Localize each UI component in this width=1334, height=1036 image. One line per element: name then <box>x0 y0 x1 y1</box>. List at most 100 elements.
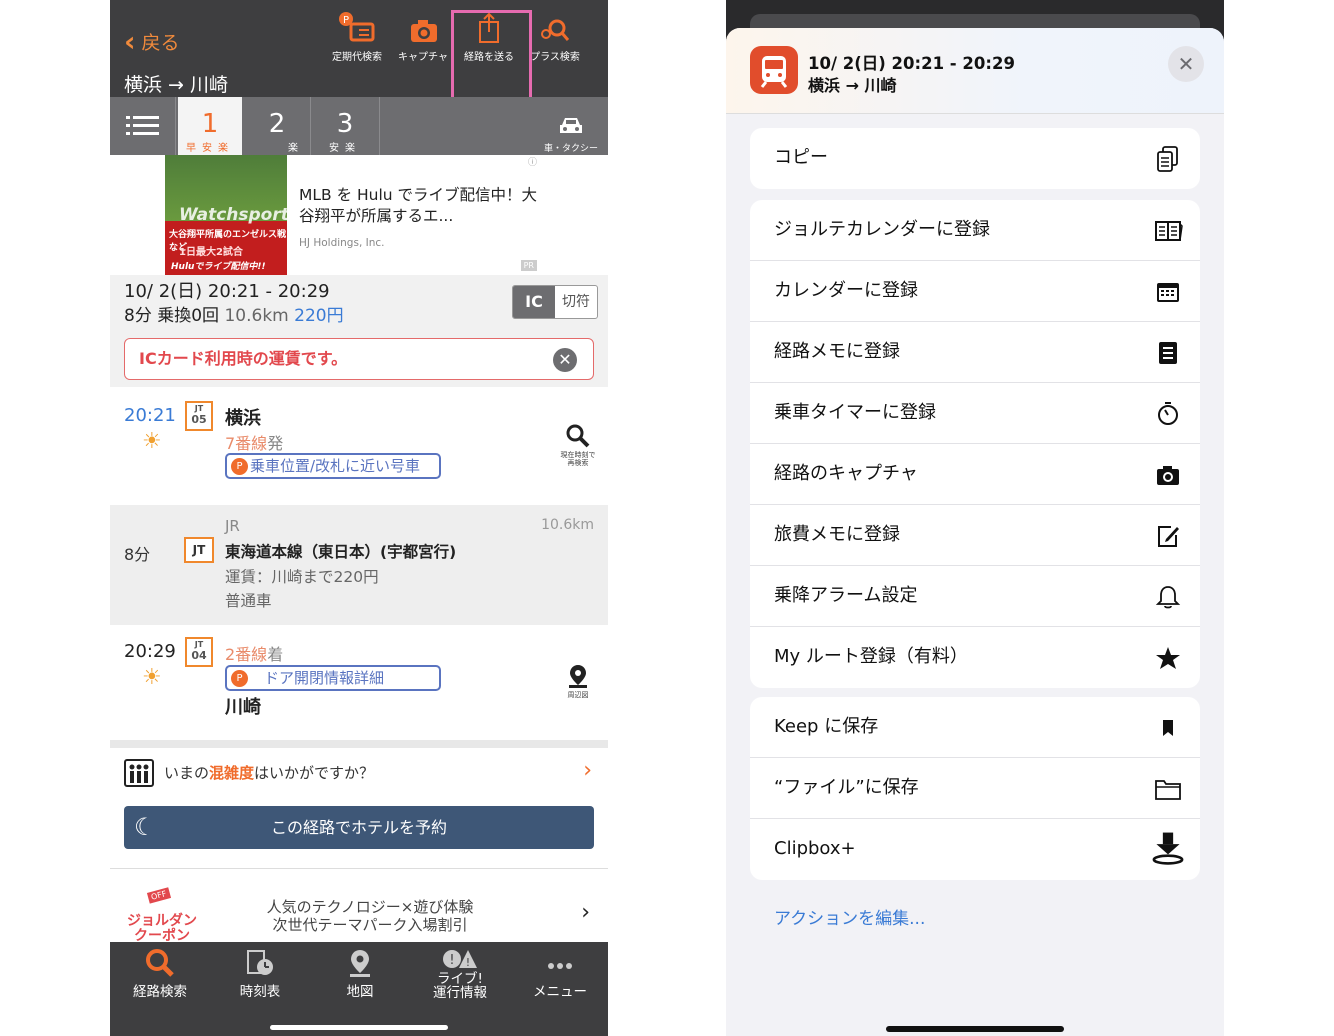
close-button[interactable]: ✕ <box>1168 46 1204 82</box>
ad-headline: MLB を Hulu でライブ配信中！大谷翔平が所属するエ... <box>299 186 538 225</box>
action-my-route[interactable]: My ルート登録（有料） <box>750 627 1200 688</box>
copy-icon <box>1157 146 1178 172</box>
share-sheet: 10/ 2(日) 20:21 - 20:29 横浜 → 川崎 ✕ コピー ジョル… <box>726 28 1224 1036</box>
bookmark-icon <box>1163 720 1173 736</box>
action-calendar[interactable]: カレンダーに登録 <box>750 261 1200 322</box>
fare-type-toggle[interactable]: IC 切符 <box>512 285 598 319</box>
app-icon <box>750 46 798 94</box>
back-button[interactable]: ‹ 戻る <box>124 24 180 58</box>
arrive-time: 20:29 <box>124 641 176 662</box>
coupon-text: 人気のテクノロジー×遊び体験 次世代テーマパーク入場割引 <box>266 898 474 934</box>
depart-time: 20:21 <box>124 405 176 426</box>
crowd-survey-row[interactable]: いまの混雑度はいかがですか？ › <box>110 748 608 798</box>
ic-fare-notice: ICカード利用時の運賃です。 ✕ <box>124 338 594 380</box>
boarding-position-button[interactable]: P 乗車位置/改札に近い号車 <box>225 453 441 479</box>
edit-actions-link[interactable]: アクションを編集... <box>774 904 925 929</box>
route-search-icon <box>146 949 174 977</box>
action-files[interactable]: “ファイル”に保存 <box>750 758 1200 819</box>
map-pin-icon <box>569 665 587 688</box>
route-summary: 10/ 2(日) 20:21 - 20:29 8分 乗換0回 10.6km 22… <box>110 275 608 387</box>
chevron-left-icon: ‹ <box>124 24 136 58</box>
leg-duration: 8分 <box>124 545 151 564</box>
premium-icon: P <box>231 670 248 687</box>
ad-info-icon[interactable]: ⓘ <box>528 155 537 168</box>
action-route-memo[interactable]: 経路メモに登録 <box>750 322 1200 383</box>
leg-company: JR <box>225 517 240 535</box>
ic-option[interactable]: IC <box>513 286 555 318</box>
tab-route-1[interactable]: 1 早安楽 <box>178 97 242 155</box>
action-ride-timer[interactable]: 乗車タイマーに登録 <box>750 383 1200 444</box>
nav-timetable[interactable]: 時刻表 <box>210 948 310 1000</box>
svg-text:P: P <box>343 15 349 26</box>
calendar-icon <box>1157 283 1179 302</box>
download-icon <box>1152 832 1184 865</box>
share-sheet-header: 10/ 2(日) 20:21 - 20:29 横浜 → 川崎 ✕ <box>726 28 1224 114</box>
tab-route-2[interactable]: 2 楽 <box>244 97 311 155</box>
tab-car-taxi[interactable]: 車・タクシー <box>534 97 608 155</box>
action-group-save: Keep に保存 “ファイル”に保存 Clipbox+ <box>750 697 1200 880</box>
action-travel-expense-memo[interactable]: 旅費メモに登録 <box>750 505 1200 566</box>
action-alighting-alarm[interactable]: 乗降アラーム設定 <box>750 566 1200 627</box>
nav-route-search[interactable]: 経路検索 <box>110 948 210 1000</box>
door-info-button[interactable]: P ドア開閉情報詳細 <box>225 665 441 691</box>
star-icon <box>1156 647 1180 669</box>
hotel-booking-button[interactable]: ☾ この経路でホテルを予約 <box>124 806 594 849</box>
nearby-map-button[interactable]: 周辺図 <box>558 663 598 699</box>
depart-station[interactable]: 横浜 <box>225 404 261 430</box>
train-leg-segment[interactable]: 8分 JT JR 10.6km 東海道本線（東日本）(宇都宮行) 運賃：川崎まで… <box>110 505 608 625</box>
action-group-copy: コピー <box>750 128 1200 189</box>
action-keep[interactable]: Keep に保存 <box>750 697 1200 758</box>
bell-icon <box>1155 586 1181 609</box>
chevron-right-icon: › <box>583 758 592 783</box>
sun-icon: ☀ <box>142 429 162 454</box>
bottom-nav: 経路検索 時刻表 地図 ! ! ライブ! 運行情報 メニュー <box>110 942 608 1036</box>
list-view-tab[interactable] <box>110 97 176 155</box>
ad-banner[interactable]: Watchsports!! 大谷翔平所属のエンゼルス戦など 1日最大2試合 Hu… <box>165 155 551 275</box>
share-subtitle: 横浜 → 川崎 <box>808 76 897 95</box>
camera-icon <box>1157 466 1179 485</box>
crowd-question: いまの混雑度はいかがですか？ <box>164 764 375 782</box>
list-icon <box>125 116 159 135</box>
action-copy[interactable]: コピー <box>750 128 1200 189</box>
nav-live-info[interactable]: ! ! ライブ! 運行情報 <box>410 948 510 1000</box>
divider <box>110 868 608 869</box>
timer-icon <box>1158 402 1178 425</box>
station-number-badge: JT 05 <box>185 401 213 431</box>
svg-text:!: ! <box>449 953 454 968</box>
jorte-calendar-icon <box>1155 221 1183 241</box>
train-icon <box>760 56 788 88</box>
coupon-off-badge: OFF <box>146 887 171 904</box>
top-toolbar: ‹ 戻る P 定期代検索 キャプチャ 経路を送る プラス検索 横浜 → 川崎 <box>110 0 608 97</box>
research-button[interactable]: 現在時刻で再検索 <box>558 423 598 467</box>
home-indicator <box>886 1026 1064 1032</box>
sun-icon: ☀ <box>142 665 162 690</box>
live-info-icon: ! ! <box>443 950 477 969</box>
route-result-screen: ‹ 戻る P 定期代検索 キャプチャ 経路を送る プラス検索 横浜 → 川崎 1… <box>110 0 608 1036</box>
back-label: 戻る <box>141 32 180 54</box>
action-jorte-calendar[interactable]: ジョルテカレンダーに登録 <box>750 200 1200 261</box>
action-route-capture[interactable]: 経路のキャプチャ <box>750 444 1200 505</box>
memo-icon <box>1159 342 1177 364</box>
arrive-station[interactable]: 川崎 <box>225 693 261 719</box>
leg-distance: 10.6km <box>541 517 594 533</box>
station-number-badge: JT 04 <box>185 637 213 667</box>
ad-image: Watchsports!! 大谷翔平所属のエンゼルス戦など 1日最大2試合 Hu… <box>165 155 314 275</box>
close-icon[interactable]: ✕ <box>553 348 577 372</box>
route-datetime: 10/ 2(日) 20:21 - 20:29 <box>124 281 330 302</box>
commuter-pass-icon: P <box>339 12 375 42</box>
nav-map[interactable]: 地図 <box>310 948 410 1000</box>
leg-car-type: 普通車 <box>225 592 272 610</box>
nav-menu[interactable]: メニュー <box>510 948 608 1000</box>
car-icon <box>560 118 582 133</box>
action-group-app: ジョルテカレンダーに登録 カレンダーに登録 経路メモに登録 乗車タイマーに登録 … <box>750 200 1200 688</box>
coupon-banner[interactable]: OFF ジョルダン クーポン 人気のテクノロジー×遊び体験 次世代テーマパーク入場割… <box>110 870 608 944</box>
crowd-icon <box>124 759 154 787</box>
route-tabs: 1 早安楽 2 楽 3 安楽 車・タクシー <box>110 97 608 155</box>
route-title: 横浜 → 川崎 <box>124 74 228 96</box>
tab-route-3[interactable]: 3 安楽 <box>311 97 380 155</box>
coupon-label: ジョルダン クーポン <box>127 913 197 944</box>
ticket-option[interactable]: 切符 <box>555 286 597 318</box>
action-clipbox[interactable]: Clipbox+ <box>750 819 1200 880</box>
map-pin-icon <box>350 950 370 977</box>
edit-icon <box>1158 526 1179 547</box>
